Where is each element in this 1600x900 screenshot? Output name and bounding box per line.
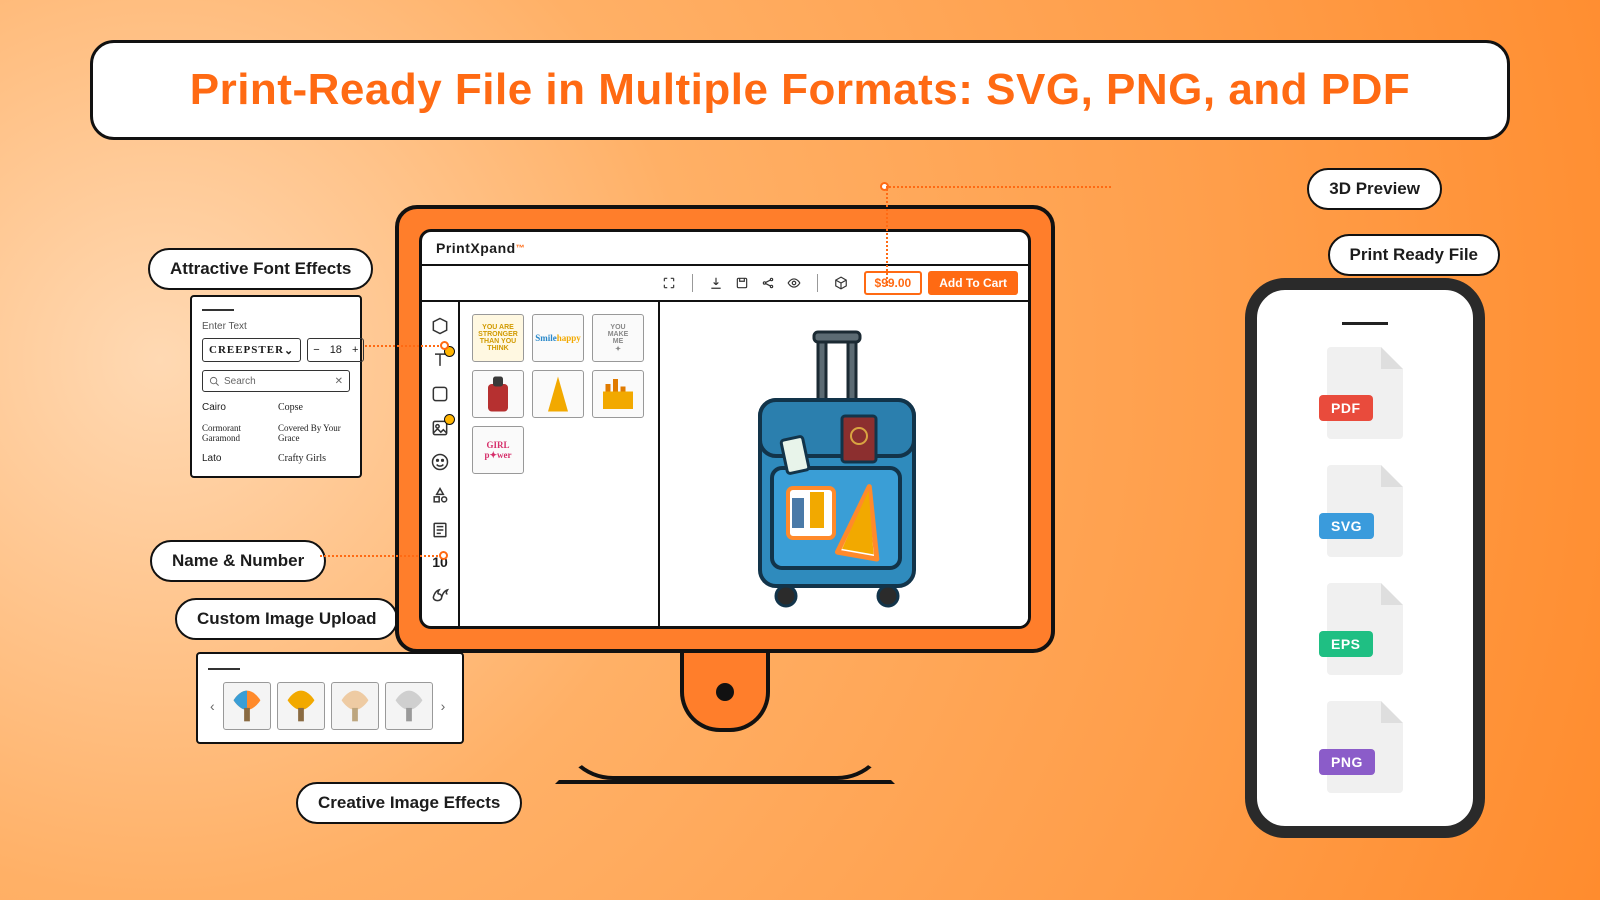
font-family-value: CREEPSTER <box>209 344 284 356</box>
product-icon[interactable] <box>430 316 450 336</box>
brand-name: PrintXpand <box>436 240 516 256</box>
effect-thumb[interactable] <box>331 682 379 730</box>
text-tool-icon[interactable] <box>430 350 450 370</box>
font-size-value: 18 <box>325 344 347 356</box>
file-format-label: PDF <box>1319 395 1373 421</box>
panel-handle <box>202 309 234 311</box>
clipart-gallery: YOU ARESTRONGERTHAN YOUTHINK Smilehappy … <box>460 302 660 626</box>
app-body: 10 YOU ARESTRONGERTHAN YOUTHINK Smilehap… <box>422 302 1028 626</box>
clear-icon[interactable]: ✕ <box>335 376 343 387</box>
monitor-stand-base <box>555 730 895 784</box>
callout-font-effects: Attractive Font Effects <box>148 248 373 290</box>
font-option[interactable]: Covered By Your Grace <box>278 421 350 445</box>
tool-rail: 10 <box>422 302 460 626</box>
font-family-list: Cairo Copse Cormorant Garamond Covered B… <box>202 400 350 466</box>
gallery-thumb[interactable]: YOUMAKEME✦ <box>592 314 644 362</box>
next-effect-button[interactable]: › <box>439 698 448 714</box>
preview-eye-icon[interactable] <box>787 276 801 290</box>
file-format-label: EPS <box>1319 631 1373 657</box>
effect-thumb[interactable] <box>277 682 325 730</box>
download-icon[interactable] <box>709 276 723 290</box>
emoji-icon[interactable] <box>430 452 450 472</box>
font-option[interactable]: Cormorant Garamond <box>202 421 274 445</box>
prev-effect-button[interactable]: ‹ <box>208 698 217 714</box>
file-format-png: PNG <box>1327 701 1403 793</box>
font-search-input[interactable]: Search ✕ <box>202 370 350 392</box>
callout-name-number: Name & Number <box>150 540 326 582</box>
file-format-label: PNG <box>1319 749 1375 775</box>
font-search-placeholder: Search <box>224 376 256 387</box>
headline-banner: Print-Ready File in Multiple Formats: SV… <box>90 40 1510 140</box>
callout-print-ready: Print Ready File <box>1328 234 1500 276</box>
suitcase-product-illustration <box>732 328 942 628</box>
gallery-thumb[interactable]: GIRLp✦wer <box>472 426 524 474</box>
clipart-icon[interactable] <box>430 384 450 404</box>
trademark-icon: ™ <box>516 243 526 253</box>
file-formats-phone: PDF SVG EPS PNG <box>1245 278 1485 838</box>
connector-3d <box>886 186 1111 188</box>
template-icon[interactable] <box>430 520 450 540</box>
cube-3d-icon[interactable] <box>834 276 848 290</box>
gallery-thumb[interactable] <box>472 370 524 418</box>
app-brand-bar: PrintXpand ™ <box>422 232 1028 266</box>
price-display: $99.00 <box>864 271 923 295</box>
toolbar-separator <box>692 274 693 292</box>
panel-handle <box>208 668 240 670</box>
gallery-thumb[interactable]: Smilehappy <box>532 314 584 362</box>
toolbar-separator <box>817 274 818 292</box>
gallery-thumb[interactable] <box>592 370 644 418</box>
name-number-icon[interactable]: 10 <box>432 554 448 570</box>
phone-handle <box>1342 322 1388 325</box>
shapes-icon[interactable] <box>430 486 450 506</box>
add-to-cart-button[interactable]: Add To Cart <box>928 271 1018 295</box>
plus-icon[interactable]: + <box>347 344 363 356</box>
monitor-camera-icon <box>716 683 734 701</box>
font-family-select[interactable]: CREEPSTER ⌄ <box>202 338 301 362</box>
font-option[interactable]: Cairo <box>202 400 274 415</box>
file-format-pdf: PDF <box>1327 347 1403 439</box>
toolbar-group-view <box>662 274 848 292</box>
minus-icon[interactable]: − <box>308 344 324 356</box>
share-icon[interactable] <box>761 276 775 290</box>
monitor-frame: PrintXpand ™ $99.00 Add To Cart <box>395 205 1055 653</box>
search-icon <box>209 376 220 387</box>
design-canvas[interactable] <box>660 302 1028 626</box>
file-format-eps: EPS <box>1327 583 1403 675</box>
font-size-stepper[interactable]: − 18 + <box>307 338 364 362</box>
gallery-thumb[interactable] <box>532 370 584 418</box>
expand-icon[interactable] <box>662 276 676 290</box>
gallery-thumb[interactable]: YOU ARESTRONGERTHAN YOUTHINK <box>472 314 524 362</box>
effect-thumb[interactable] <box>385 682 433 730</box>
chevron-down-icon: ⌄ <box>284 344 294 357</box>
effect-thumb[interactable] <box>223 682 271 730</box>
quote-tool-icon[interactable] <box>430 584 450 604</box>
file-format-list: PDF SVG EPS PNG <box>1281 347 1449 793</box>
font-option[interactable]: Lato <box>202 451 274 466</box>
callout-image-effects: Creative Image Effects <box>296 782 522 824</box>
callout-custom-upload: Custom Image Upload <box>175 598 398 640</box>
save-icon[interactable] <box>735 276 749 290</box>
font-option[interactable]: Crafty Girls <box>278 451 350 466</box>
image-effects-panel: ‹ › <box>196 652 464 744</box>
font-input-label: Enter Text <box>202 321 350 332</box>
headline-text: Print-Ready File in Multiple Formats: SV… <box>123 65 1477 115</box>
file-format-label: SVG <box>1319 513 1374 539</box>
image-upload-icon[interactable] <box>430 418 450 438</box>
font-effects-panel: Enter Text CREEPSTER ⌄ − 18 + Search ✕ C… <box>190 295 362 478</box>
font-option[interactable]: Copse <box>278 400 350 415</box>
file-format-svg: SVG <box>1327 465 1403 557</box>
app-toolbar: $99.00 Add To Cart <box>422 266 1028 302</box>
callout-3d-preview: 3D Preview <box>1307 168 1442 210</box>
app-window: PrintXpand ™ $99.00 Add To Cart <box>419 229 1031 629</box>
